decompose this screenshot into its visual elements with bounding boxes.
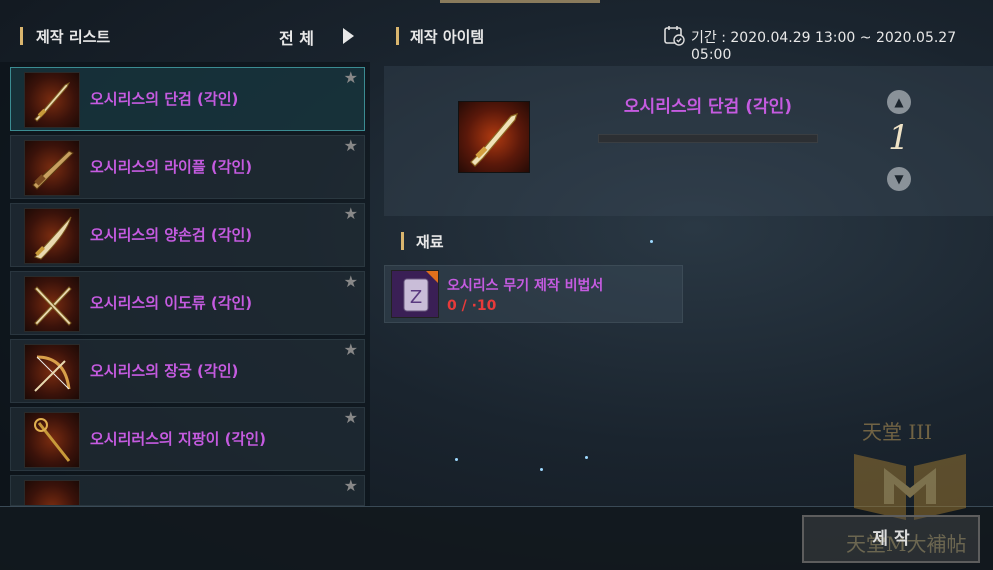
section-marker	[396, 27, 399, 45]
item-name: 오시리스의 단검 (각인)	[90, 90, 239, 108]
calendar-icon	[664, 26, 685, 46]
item-name: 오시리스의 이도류 (각인)	[90, 294, 253, 312]
sparkle	[650, 240, 653, 243]
craft-list-item[interactable]: 오시리스의 양손검 (각인) ★	[10, 203, 365, 267]
item-name: 오시리스의 장궁 (각인)	[90, 362, 239, 380]
dagger-icon	[24, 72, 80, 128]
sparkle	[540, 468, 543, 471]
favorite-star-icon[interactable]: ★	[344, 68, 358, 87]
recipe-scroll-icon: Z	[391, 270, 439, 318]
materials-title: 재료	[416, 233, 444, 251]
rifle-icon	[24, 140, 80, 196]
craft-quantity: 1	[888, 118, 910, 158]
left-panel-title: 제작 리스트	[36, 28, 111, 46]
longbow-icon	[24, 344, 80, 400]
material-slot[interactable]: Z 오시리스 무기 제작 비법서 0 / ·10	[384, 265, 683, 323]
section-marker	[401, 232, 404, 250]
material-count: 0 / ·10	[447, 298, 497, 314]
craft-list-item-partial[interactable]: ★	[10, 475, 365, 506]
quantity-up-button[interactable]: ▲	[887, 90, 911, 114]
selected-item-progress-bar	[598, 134, 818, 143]
dual-blades-icon	[24, 276, 80, 332]
staff-icon	[24, 412, 80, 468]
craft-list-item[interactable]: 오시리스의 장궁 (각인) ★	[10, 339, 365, 403]
quantity-down-button[interactable]: ▼	[887, 167, 911, 191]
two-handed-sword-icon	[24, 208, 80, 264]
selected-item-name: 오시리스의 단검 (각인)	[623, 97, 793, 117]
craft-list-item[interactable]: 오시리스의 라이플 (각인) ★	[10, 135, 365, 199]
svg-text:Z: Z	[410, 287, 422, 308]
section-marker	[20, 27, 23, 45]
watermark-top-text: 天堂 III	[862, 420, 933, 444]
item-name: 오시리스의 라이플 (각인)	[90, 158, 253, 176]
weapon-icon	[24, 480, 80, 505]
favorite-star-icon[interactable]: ★	[344, 476, 358, 495]
material-name: 오시리스 무기 제작 비법서	[447, 278, 604, 294]
sparkle	[585, 456, 588, 459]
favorite-star-icon[interactable]: ★	[344, 408, 358, 427]
event-period: 기간 : 2020.04.29 13:00 ~ 2020.05.27 05:00	[691, 30, 957, 63]
book-logo-icon	[854, 454, 966, 520]
favorite-star-icon[interactable]: ★	[344, 136, 358, 155]
selected-item-dagger-icon	[458, 101, 530, 173]
right-panel-title: 제작 아이템	[410, 28, 485, 46]
filter-all-button[interactable]: 전 체	[279, 25, 314, 49]
favorite-star-icon[interactable]: ★	[344, 340, 358, 359]
craft-button[interactable]: 제 작	[802, 515, 980, 563]
item-name: 오시리스의 양손검 (각인)	[90, 226, 253, 244]
grade-corner-mark	[426, 271, 438, 283]
favorite-star-icon[interactable]: ★	[344, 272, 358, 291]
header-bar: 제작 리스트 전 체 제작 아이템 기간 : 2020.04.29 13:00 …	[0, 0, 993, 63]
item-name: 오시리러스의 지팡이 (각인)	[90, 430, 266, 448]
filter-arrow-icon[interactable]	[343, 28, 354, 44]
craft-list-item[interactable]: 오시리스의 단검 (각인) ★	[10, 67, 365, 131]
sparkle	[455, 458, 458, 461]
favorite-star-icon[interactable]: ★	[344, 204, 358, 223]
craft-list-item[interactable]: 오시리스의 이도류 (각인) ★	[10, 271, 365, 335]
craft-list-item[interactable]: 오시리러스의 지팡이 (각인) ★	[10, 407, 365, 471]
